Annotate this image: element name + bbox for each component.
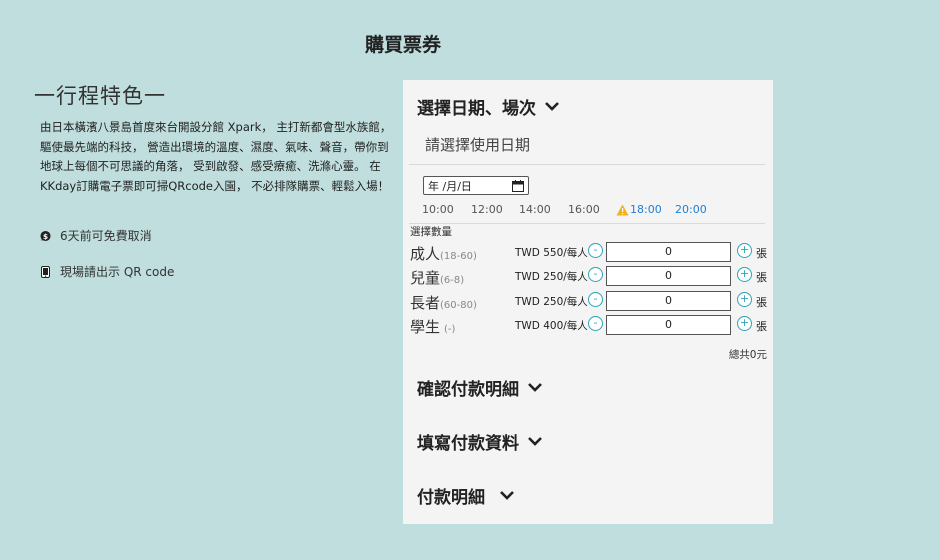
ticket-age-range: (-) [444,324,456,335]
svg-text:$: $ [43,231,48,240]
dollar-bubble-icon: $ [40,230,51,242]
time-slot-list: 10:00 12:00 14:00 16:00 18:00 20:00 [422,203,707,216]
ticket-name-text: 學生 [410,318,441,336]
cancel-policy-line: $ 6天前可免費取消 [40,227,152,244]
total-amount: 總共0元 [728,349,767,361]
payment-detail-section-header[interactable]: 付款明細 [417,483,515,508]
time-slot-1600[interactable]: 16:00 [568,203,616,216]
date-section-header[interactable]: 選擇日期、場次 [417,94,560,119]
ticket-unit: 張 [756,320,767,333]
confirm-section-title: 確認付款明細 [417,380,519,400]
divider [409,164,765,165]
booking-panel: 選擇日期、場次 請選擇使用日期 年 /月/日 10:00 12:00 14:00… [403,80,773,524]
increment-button[interactable]: + [737,316,752,331]
quantity-input[interactable]: 0 [606,266,731,286]
phone-icon [40,265,51,278]
ticket-name-text: 兒童 [410,269,441,287]
ticket-age-range: (60-80) [440,300,477,311]
time-slot-1400[interactable]: 14:00 [519,203,568,216]
quantity-input[interactable]: 0 [606,291,731,311]
ticket-price: TWD 400/每人 [515,320,588,332]
ticket-name-text: 長者 [410,294,441,312]
date-input[interactable]: 年 /月/日 [423,176,529,195]
decrement-button[interactable]: - [588,243,603,258]
ticket-name-text: 成人 [410,245,441,263]
ticket-row-adult: 成人(18-60) TWD 550/每人 - 0 + 張 [410,241,770,263]
quantity-label: 選擇數量 [410,226,452,238]
ticket-price: TWD 550/每人 [515,247,588,259]
ticket-unit: 張 [756,271,767,284]
decrement-button[interactable]: - [588,316,603,331]
increment-button[interactable]: + [737,292,752,307]
confirm-section-header[interactable]: 確認付款明細 [417,375,543,400]
increment-button[interactable]: + [737,267,752,282]
ticket-unit: 張 [756,296,767,309]
time-slot-1200[interactable]: 12:00 [471,203,519,216]
ticket-name: 兒童(6-8) [410,267,464,288]
quantity-input[interactable]: 0 [606,242,731,262]
date-prompt: 請選擇使用日期 [425,136,531,154]
ticket-age-range: (18-60) [440,251,477,262]
decrement-button[interactable]: - [588,267,603,282]
features-heading: 一行程特色一 [34,84,166,108]
date-input-placeholder: 年 /月/日 [428,179,472,193]
features-description: 由日本橫濱八景島首度來台開設分館 Xpark， 主打新都會型水族館，驅使最先端的… [40,120,392,193]
time-slot-1000[interactable]: 10:00 [422,203,471,216]
ticket-price: TWD 250/每人 [515,296,588,308]
payment-info-section-header[interactable]: 填寫付款資料 [417,429,543,454]
voucher-note-text: 現場請出示 QR code [60,265,175,279]
time-slot-2000[interactable]: 20:00 [675,203,707,216]
increment-button[interactable]: + [737,243,752,258]
ticket-name: 成人(18-60) [410,243,477,264]
chevron-down-icon [528,437,542,446]
ticket-age-range: (6-8) [440,275,465,286]
date-section-title: 選擇日期、場次 [417,99,536,119]
voucher-note-line: 現場請出示 QR code [40,263,174,280]
ticket-row-senior: 長者(60-80) TWD 250/每人 - 0 + 張 [410,290,770,312]
ticket-name: 長者(60-80) [410,292,477,313]
page-title: 購買票券 [364,34,441,56]
chevron-down-icon [545,102,559,111]
time-slot-1800-label: 18:00 [630,203,662,216]
chevron-down-icon [500,491,514,500]
time-slot-1800[interactable]: 18:00 [616,203,675,216]
payment-detail-section-title: 付款明細 [417,488,485,508]
payment-info-section-title: 填寫付款資料 [417,434,519,454]
calendar-icon[interactable] [512,179,524,192]
ticket-name: 學生 (-) [410,316,455,337]
decrement-button[interactable]: - [588,292,603,307]
ticket-row-student: 學生 (-) TWD 400/每人 - 0 + 張 [410,314,770,336]
ticket-unit: 張 [756,247,767,260]
ticket-price: TWD 250/每人 [515,271,588,283]
quantity-input[interactable]: 0 [606,315,731,335]
chevron-down-icon [528,383,542,392]
divider [409,223,765,224]
cancel-policy-text: 6天前可免費取消 [60,229,152,243]
ticket-row-child: 兒童(6-8) TWD 250/每人 - 0 + 張 [410,265,770,287]
warning-icon [616,204,629,215]
